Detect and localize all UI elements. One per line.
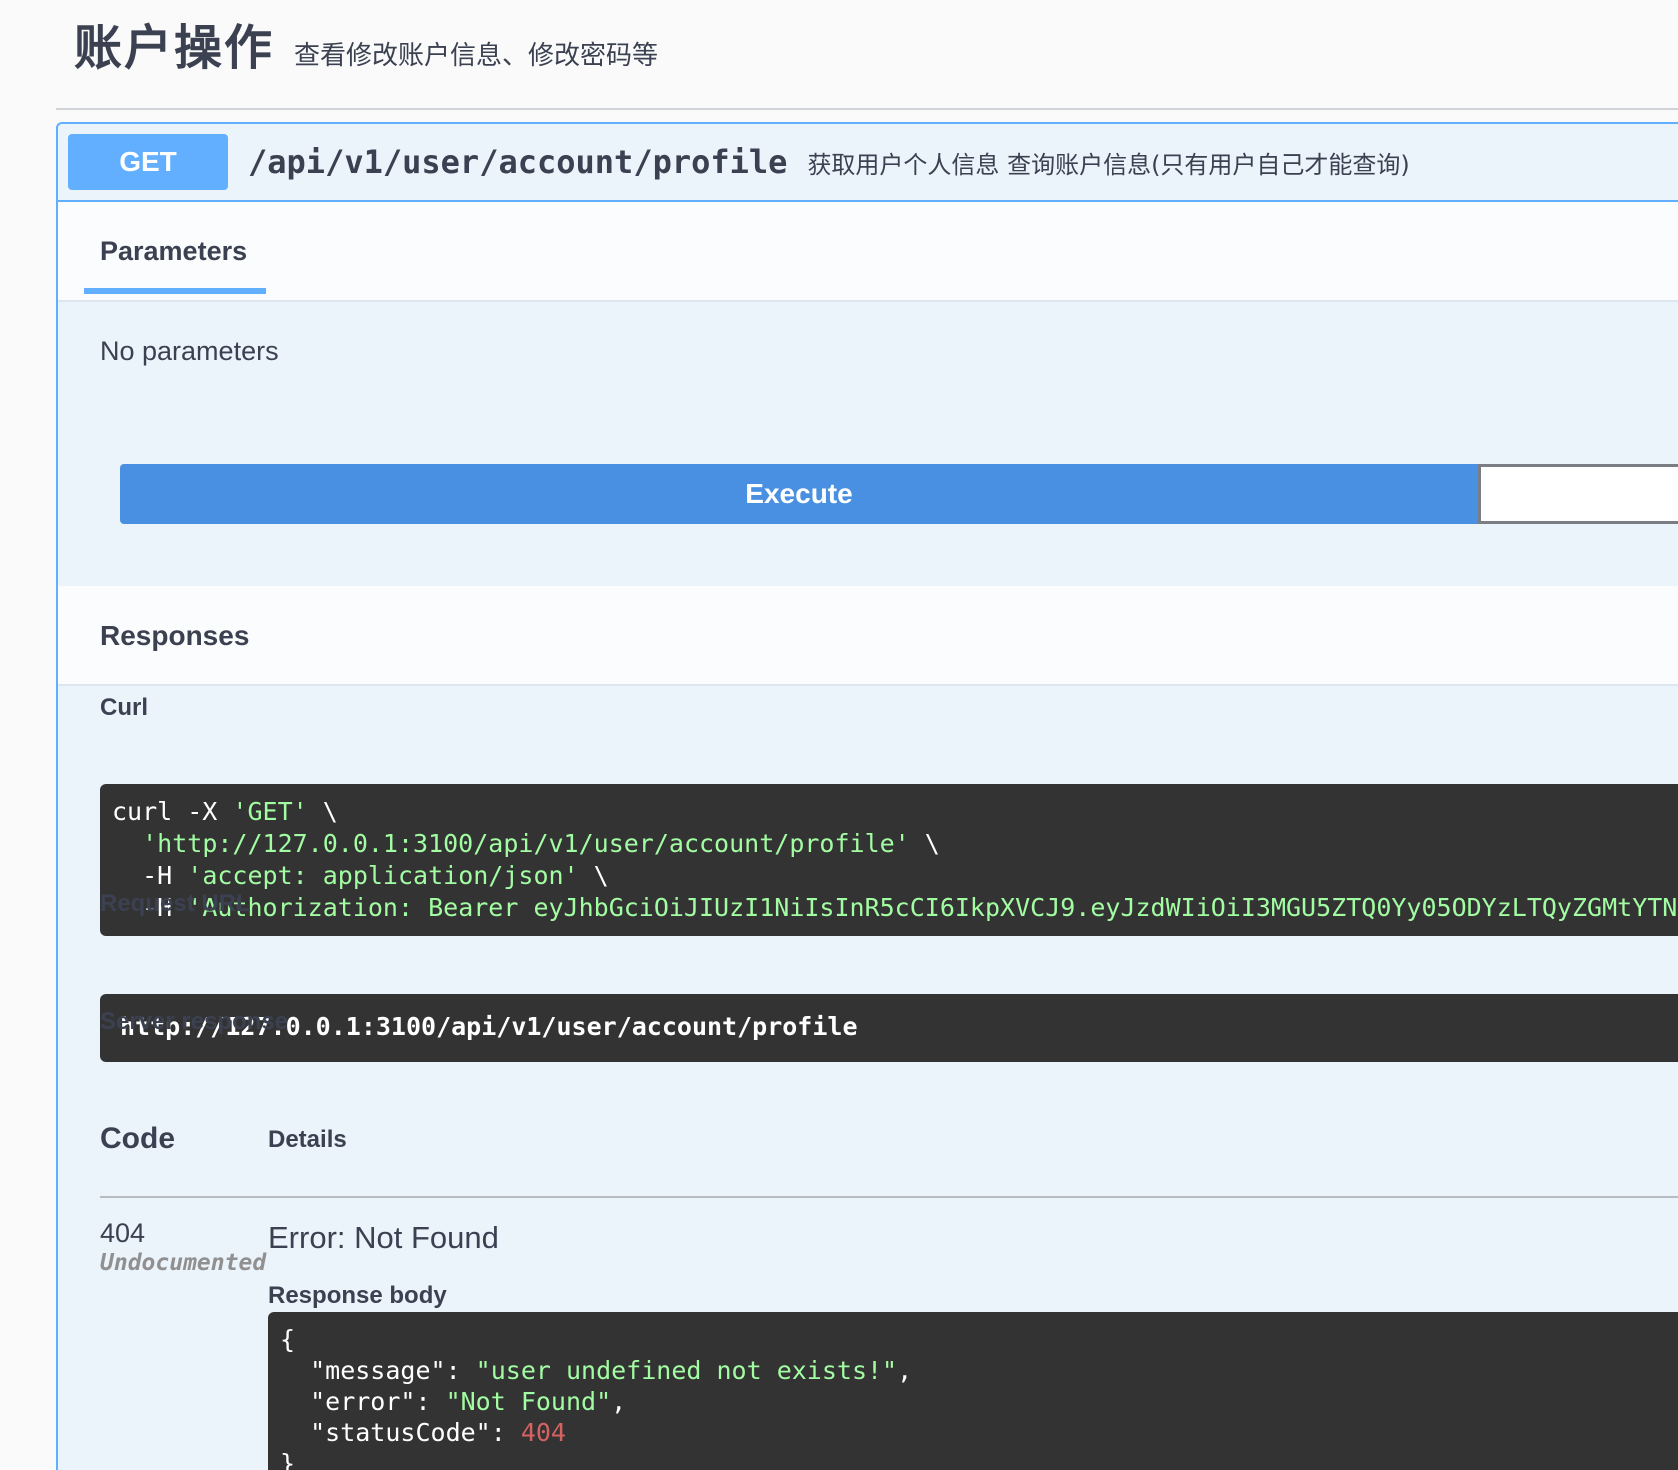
curl-line-1-method: 'GET' [232, 797, 308, 826]
active-tab-indicator [84, 288, 266, 294]
operation-block: GET /api/v1/user/account/profile 获取用户个人信… [56, 122, 1678, 1470]
json-close-brace: } [280, 1449, 296, 1470]
operation-description: 获取用户个人信息 查询账户信息(只有用户自己才能查询) [807, 150, 1410, 179]
operation-path: /api/v1/user/account/profile [248, 143, 788, 181]
responses-title: Responses [100, 620, 250, 651]
response-body-block[interactable]: { "message": "user undefined not exists!… [268, 1312, 1678, 1470]
curl-label: Curl [100, 694, 148, 721]
section-description: 查看修改账户信息、修改密码等 [294, 41, 659, 71]
curl-line-1-cmd: curl -X [112, 797, 233, 826]
json-key-error: "error": [280, 1387, 446, 1416]
code-column-header: Code [100, 1122, 175, 1155]
method-badge: GET [68, 134, 228, 190]
json-comma-1: , [897, 1356, 913, 1385]
parameters-tab-header: Parameters [58, 202, 1678, 302]
swagger-page: 账户操作 查看修改账户信息、修改密码等 GET /api/v1/user/acc… [0, 0, 1678, 1470]
tab-parameters[interactable]: Parameters [100, 236, 247, 267]
responses-header: Responses [58, 586, 1678, 686]
execute-row: Execute [120, 464, 1678, 524]
json-key-status-code: "statusCode": [280, 1418, 521, 1447]
curl-line-1-tail: \ [307, 797, 338, 826]
curl-line-3-tail: \ [578, 861, 609, 890]
response-status-code: 404 [100, 1218, 146, 1248]
json-value-message: "user undefined not exists!" [475, 1356, 898, 1385]
curl-line-3-flag: -H [112, 861, 188, 890]
clear-button[interactable] [1478, 464, 1678, 524]
server-response-label: Server response [100, 1008, 289, 1035]
details-column-header: Details [268, 1126, 347, 1153]
curl-line-2-url: 'http://127.0.0.1:3100/api/v1/user/accou… [142, 829, 910, 858]
operation-summary[interactable]: GET /api/v1/user/account/profile 获取用户个人信… [58, 124, 1678, 202]
json-value-error: "Not Found" [445, 1387, 612, 1416]
section-header[interactable]: 账户操作 查看修改账户信息、修改密码等 [74, 8, 658, 88]
curl-code-block[interactable]: curl -X 'GET' \ 'http://127.0.0.1:3100/a… [100, 784, 1678, 936]
request-url-block[interactable]: http://127.0.0.1:3100/api/v1/user/accoun… [100, 994, 1678, 1062]
curl-line-3-header: 'accept: application/json' [187, 861, 579, 890]
request-url-label: Request URL [100, 890, 251, 917]
section-divider [56, 108, 1678, 110]
section-title: 账户操作 [74, 20, 275, 76]
curl-line-4-header: 'Authorization: Bearer eyJhbGciOiJIUzI1N… [187, 893, 1678, 922]
execute-button[interactable]: Execute [120, 464, 1478, 524]
table-divider [100, 1196, 1678, 1198]
json-open-brace: { [280, 1325, 296, 1354]
no-parameters-text: No parameters [100, 336, 279, 366]
undocumented-label: Undocumented [100, 1250, 267, 1276]
curl-line-2-tail: \ [909, 829, 940, 858]
response-body-label: Response body [268, 1282, 447, 1309]
json-key-message: "message": [280, 1356, 476, 1385]
json-comma-2: , [611, 1387, 627, 1416]
response-error-text: Error: Not Found [268, 1220, 499, 1255]
json-value-status-code: 404 [520, 1418, 566, 1447]
curl-line-2-indent [112, 829, 142, 858]
